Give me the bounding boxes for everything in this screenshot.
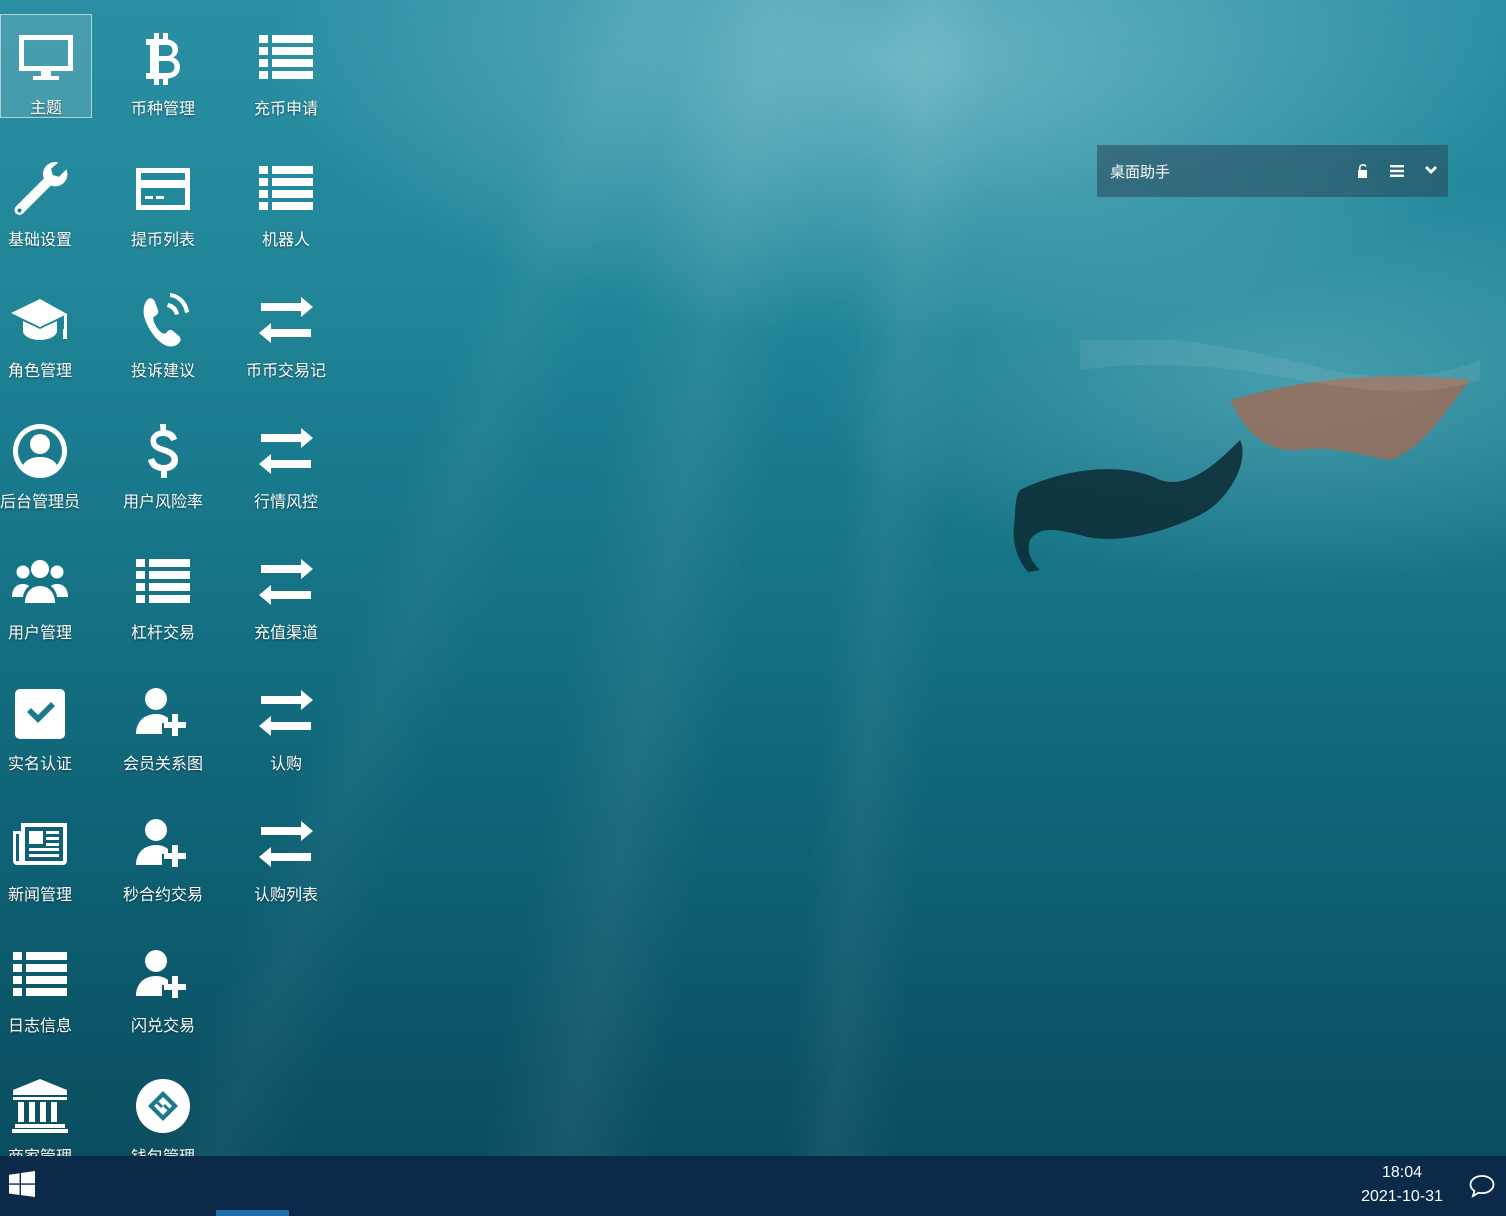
- bank-icon: [8, 1074, 72, 1138]
- graduation-cap-icon: [8, 288, 72, 352]
- chevron-down-icon[interactable]: [1414, 145, 1448, 197]
- desktop-icon-label: 机器人: [261, 230, 310, 249]
- desktop-icon[interactable]: 认购: [240, 669, 332, 773]
- desktop-icon[interactable]: 会员关系图: [117, 669, 209, 773]
- desktop-icon[interactable]: 用户风险率: [117, 407, 209, 511]
- check-square-icon: [8, 681, 72, 745]
- desktop-icon[interactable]: 闪兑交易: [117, 931, 209, 1035]
- user-plus-icon: [131, 943, 195, 1007]
- list-icon: [8, 943, 72, 1007]
- clock-time: 18:04: [1381, 1164, 1423, 1181]
- desktop-icon[interactable]: 用户管理: [0, 538, 86, 642]
- desktop-icon-label: 闪兑交易: [130, 1016, 195, 1035]
- list-icon: [131, 550, 195, 614]
- desktop-icon[interactable]: 主题: [0, 14, 92, 118]
- wallpaper-diver-image: [1013, 340, 1480, 572]
- desktop-icon[interactable]: 认购列表: [240, 800, 332, 904]
- taskbar-active-indicator: [216, 1210, 289, 1216]
- desktop-icon-label: 充币申请: [253, 99, 318, 118]
- desktop-icon[interactable]: 钱包管理: [117, 1062, 209, 1166]
- desktop-icon[interactable]: 投诉建议: [117, 276, 209, 380]
- desktop-icon[interactable]: 杠杆交易: [117, 538, 209, 642]
- taskbar: 18:04 2021-10-31: [0, 1156, 1506, 1216]
- taskbar-clock[interactable]: 18:04 2021-10-31: [1350, 1160, 1454, 1210]
- desktop-icon-label: 日志信息: [7, 1016, 72, 1035]
- exchange-icon: [254, 550, 318, 614]
- desktop-icon[interactable]: 提币列表: [117, 145, 209, 249]
- desktop-icon[interactable]: 商家管理: [0, 1062, 86, 1166]
- wallet-logo-icon: [131, 1074, 195, 1138]
- users-icon: [8, 550, 72, 614]
- desktop-icon-label: 币币交易记: [245, 361, 326, 380]
- newspaper-icon: [8, 812, 72, 876]
- dollar-icon: [131, 419, 195, 483]
- notification-button[interactable]: [1462, 1164, 1502, 1208]
- desktop-icon[interactable]: 币种管理: [117, 14, 209, 118]
- exchange-icon: [254, 812, 318, 876]
- desktop-icon-label: 行情风控: [253, 492, 318, 511]
- user-circle-icon: [8, 419, 72, 483]
- monitor-icon: [14, 27, 78, 89]
- desktop-icon[interactable]: 充值渠道: [240, 538, 332, 642]
- desktop-icon-label: 基础设置: [7, 230, 72, 249]
- user-plus-icon: [131, 812, 195, 876]
- unlock-icon[interactable]: [1346, 145, 1380, 197]
- desktop-icon[interactable]: 日志信息: [0, 931, 86, 1035]
- desktop-icon-label: 提币列表: [130, 230, 195, 249]
- desktop-assistant-widget[interactable]: 桌面助手: [1097, 145, 1448, 197]
- start-button[interactable]: [0, 1156, 44, 1212]
- desktop-icon-label: 主题: [29, 98, 62, 117]
- desktop-icon[interactable]: 秒合约交易: [117, 800, 209, 904]
- desktop-icon-label: 秒合约交易: [122, 885, 203, 904]
- desktop-icon-label: 币种管理: [130, 99, 195, 118]
- desktop-icon-label: 新闻管理: [7, 885, 72, 904]
- desktop-icon-label: 认购列表: [253, 885, 318, 904]
- bitcoin-icon: [131, 26, 195, 90]
- desktop-icon[interactable]: 基础设置: [0, 145, 86, 249]
- desktop-icon-label: 角色管理: [7, 361, 72, 380]
- list-icon: [254, 26, 318, 90]
- windows-icon: [9, 1171, 35, 1197]
- exchange-icon: [254, 419, 318, 483]
- desktop-icon[interactable]: 机器人: [240, 145, 332, 249]
- desktop-icon[interactable]: 实名认证: [0, 669, 86, 773]
- desktop-icon[interactable]: 充币申请: [240, 14, 332, 118]
- desktop-icon[interactable]: 后台管理员: [0, 407, 86, 511]
- desktop-icon-label: 投诉建议: [130, 361, 195, 380]
- desktop-icon-label: 认购: [269, 754, 302, 773]
- desktop-icon-label: 杠杆交易: [130, 623, 195, 642]
- desktop-icon[interactable]: 币币交易记: [240, 276, 332, 380]
- desktop-icon-label: 实名认证: [7, 754, 72, 773]
- desktop-icon[interactable]: 角色管理: [0, 276, 86, 380]
- desktop-icon-label: 充值渠道: [253, 623, 318, 642]
- clock-date: 2021-10-31: [1361, 1188, 1443, 1205]
- exchange-icon: [254, 288, 318, 352]
- list-icon: [254, 157, 318, 221]
- user-plus-icon: [131, 681, 195, 745]
- menu-icon[interactable]: [1380, 145, 1414, 197]
- credit-card-icon: [131, 157, 195, 221]
- desktop-icon-label: 会员关系图: [122, 754, 203, 773]
- widget-title: 桌面助手: [1110, 162, 1171, 181]
- desktop-icon-label: 用户管理: [7, 623, 72, 642]
- desktop-icon[interactable]: 新闻管理: [0, 800, 86, 904]
- desktop-icon[interactable]: 行情风控: [240, 407, 332, 511]
- desktop-icon-label: 后台管理员: [0, 492, 80, 511]
- wrench-icon: [8, 157, 72, 221]
- desktop-icon-label: 用户风险率: [122, 492, 203, 511]
- phone-volume-icon: [131, 288, 195, 352]
- exchange-icon: [254, 681, 318, 745]
- chat-bubble-icon: [1469, 1175, 1495, 1198]
